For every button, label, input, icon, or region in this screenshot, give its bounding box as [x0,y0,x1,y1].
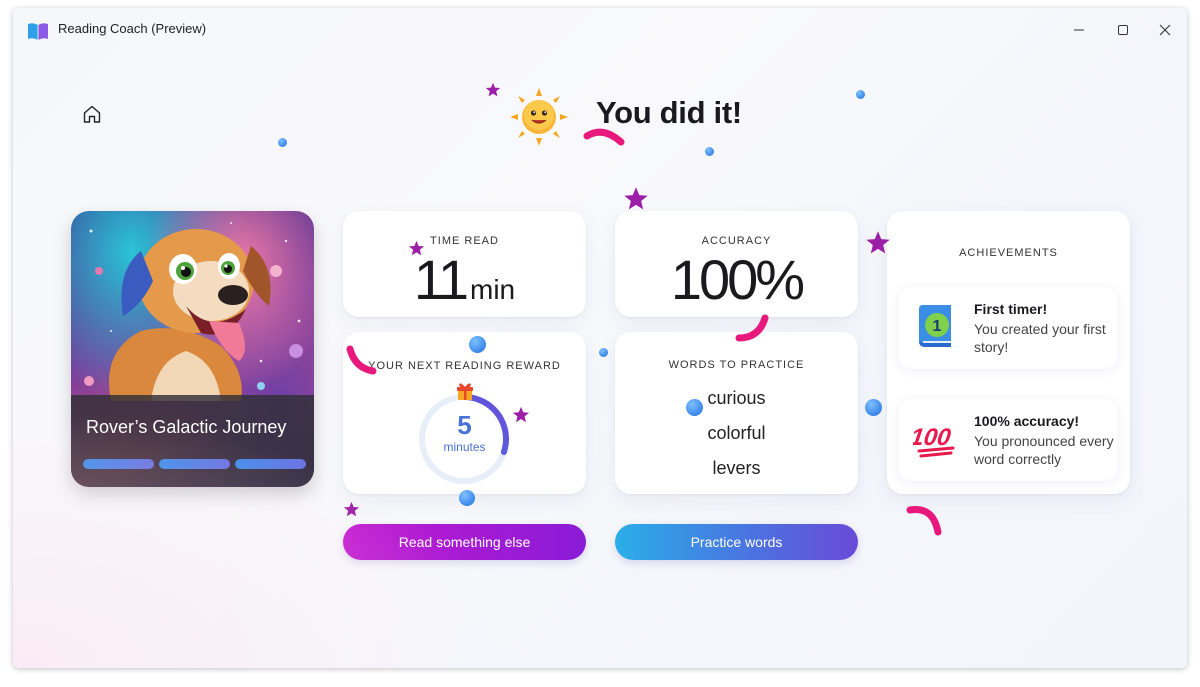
confetti-ribbon-icon [735,314,769,342]
confetti-dot [459,490,475,506]
practice-word: colorful [707,423,766,443]
hundred-points-icon: 100 [913,424,955,458]
reward-minutes-value: 5 [457,410,472,440]
minimize-button[interactable] [1059,14,1099,46]
confetti-dot [856,90,865,99]
accuracy-value: 100% [670,248,805,311]
confetti-star-icon [408,240,425,256]
reading-coach-app-icon [28,23,48,40]
confetti-dot [599,348,608,357]
practice-words-button[interactable]: Practice words [615,524,858,560]
confetti-star-icon [624,187,648,210]
practice-word: levers [712,458,761,478]
maximize-icon [1118,25,1128,35]
confetti-star-icon [343,501,360,517]
words-label: WORDS TO PRACTICE [668,359,805,371]
svg-text:1: 1 [933,318,942,335]
book-footer: Rover’s Galactic Journey [71,395,314,487]
achievements-label: ACHIEVEMENTS [959,247,1058,259]
home-icon [83,105,101,123]
time-read-unit: min [470,274,516,305]
title-bar: Reading Coach (Preview) [13,8,1187,52]
achievement-description: You pronounced every word correctly [974,433,1114,467]
confetti-dot [686,399,703,416]
reading-reward-card: YOUR NEXT READING REWARD 5 minutes [343,332,586,494]
achievement-title: First timer! [974,301,1048,317]
progress-segment [83,459,154,469]
book-progress-bar [83,459,306,469]
practice-word: curious [707,388,766,408]
reward-label: YOUR NEXT READING REWARD [368,360,561,372]
words-to-practice-card: WORDS TO PRACTICE curious colorful lever… [615,332,858,494]
achievement-first-timer: 1 First timer! You created your first st… [899,287,1117,369]
achievement-title: 100% accuracy! [974,413,1080,429]
close-button[interactable] [1145,14,1185,46]
confetti-dot [469,336,486,353]
progress-segment [159,459,230,469]
confetti-dot [865,399,882,416]
minimize-icon [1074,29,1084,31]
time-read-card: TIME READ 11 min [343,211,586,317]
book-title: Rover’s Galactic Journey [86,417,287,437]
confetti-dot [278,138,287,147]
confetti-star-icon [512,406,530,423]
confetti-dot [705,147,714,156]
confetti-star-icon [866,231,890,254]
time-read-value: 11 min [343,247,586,312]
achievements-card: ACHIEVEMENTS 1 First timer! You created … [887,211,1130,494]
book-card[interactable]: Rover’s Galactic Journey [71,211,314,487]
read-something-else-button[interactable]: Read something else [343,524,586,560]
time-read-number: 11 [413,248,469,311]
accuracy-label: ACCURACY [701,235,772,247]
window-title: Reading Coach (Preview) [58,21,207,36]
sun-mascot-icon [510,88,568,146]
achievement-description: You created your first story! [974,321,1106,355]
reward-minutes-unit: minutes [443,440,486,454]
confetti-ribbon-icon [346,345,377,375]
achievement-perfect-accuracy: 100 100% accuracy! You pronounced every … [899,399,1117,481]
maximize-button[interactable] [1103,14,1143,46]
confetti-ribbon-icon [583,128,625,146]
confetti-star-icon [485,82,501,97]
confetti-ribbon-icon [906,505,942,536]
time-read-label: TIME READ [430,235,499,247]
close-icon [1159,24,1171,36]
gift-icon [457,383,473,400]
home-button[interactable] [78,101,106,127]
book-number-one-icon: 1 [919,305,951,347]
app-window: Reading Coach (Preview) You did it! Rove… [13,8,1187,668]
svg-text:100: 100 [913,424,953,451]
dog-astronaut-illustration [84,222,303,401]
accuracy-card: ACCURACY 100% [615,211,858,317]
progress-segment [235,459,306,469]
